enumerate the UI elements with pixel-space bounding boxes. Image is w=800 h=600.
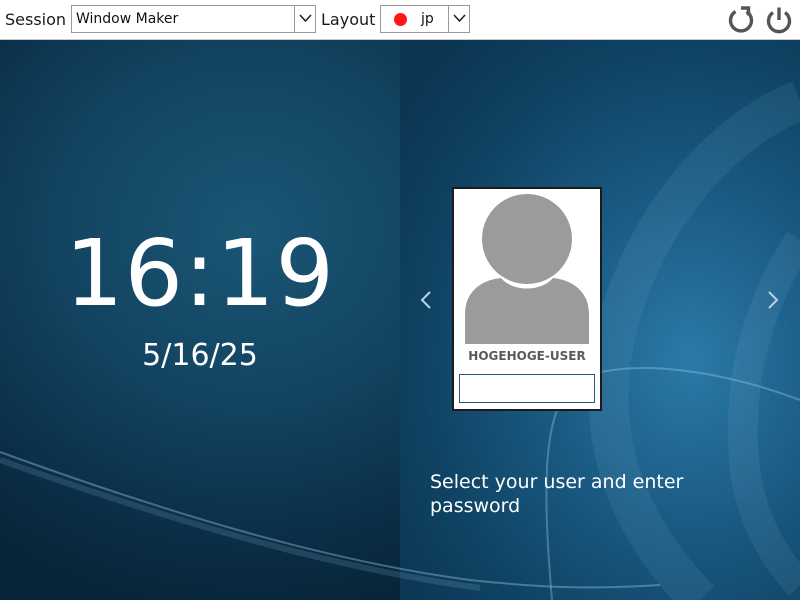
- layout-label: Layout: [321, 10, 376, 29]
- session-label: Session: [5, 10, 67, 29]
- session-select[interactable]: Window Maker: [71, 5, 316, 33]
- username-label: HOGEHOGE-USER: [468, 349, 586, 363]
- login-prompt-text: Select your user and enter password: [430, 471, 684, 517]
- login-screen: Session Window Maker Layout jp 16:19 5/1…: [0, 0, 800, 600]
- previous-user-arrow-icon[interactable]: [419, 290, 433, 310]
- user-card[interactable]: HOGEHOGE-USER: [452, 187, 602, 411]
- chevron-down-icon: [299, 14, 312, 23]
- layout-value: jp: [421, 11, 434, 27]
- chevron-down-icon: [453, 14, 466, 23]
- power-icon[interactable]: [764, 5, 794, 35]
- layout-dropdown-button[interactable]: [448, 6, 469, 32]
- next-user-arrow-icon[interactable]: [766, 290, 780, 310]
- password-input[interactable]: [459, 374, 595, 403]
- session-value: Window Maker: [76, 11, 179, 27]
- user-avatar-icon: [465, 194, 589, 344]
- restart-icon[interactable]: [726, 5, 756, 35]
- clock-date: 5/16/25: [142, 338, 258, 373]
- clock-time: 16:19: [64, 220, 336, 327]
- layout-select[interactable]: jp: [380, 5, 470, 33]
- layout-indicator-icon: [394, 13, 407, 26]
- session-dropdown-button[interactable]: [294, 6, 315, 32]
- top-bar: Session Window Maker Layout jp: [0, 0, 800, 40]
